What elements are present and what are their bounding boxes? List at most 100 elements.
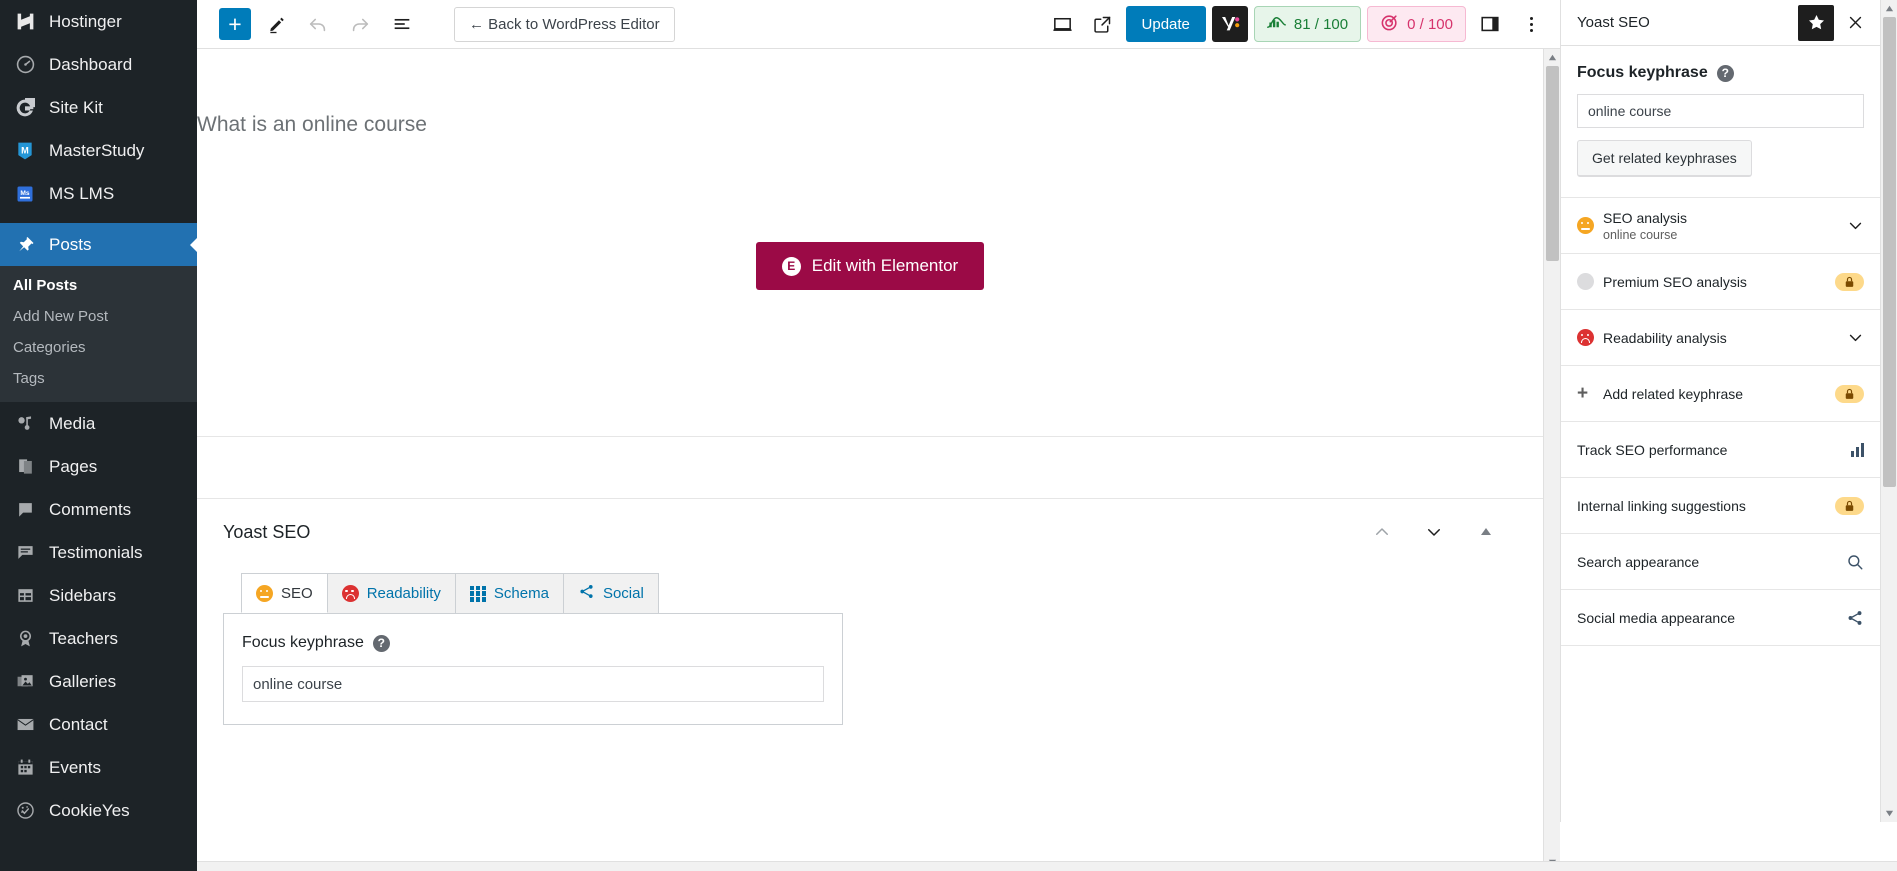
sidebar-item-pages[interactable]: Pages bbox=[0, 445, 197, 488]
readability-face-bad-icon bbox=[341, 585, 359, 602]
kebab-menu-icon[interactable] bbox=[1514, 6, 1548, 42]
bar-chart-icon[interactable] bbox=[1851, 442, 1864, 457]
yoast-row-track-seo-performance[interactable]: Track SEO performance bbox=[1561, 422, 1880, 478]
sidebar-item-label: MS LMS bbox=[49, 183, 115, 203]
chevron-down-icon[interactable] bbox=[1423, 521, 1445, 543]
social-share-icon[interactable] bbox=[1846, 609, 1864, 627]
elementor-cta-zone: E Edit with Elementor bbox=[197, 137, 1543, 437]
yoast-scroll-up-arrow-icon[interactable] bbox=[1881, 0, 1897, 17]
help-question-icon[interactable]: ? bbox=[372, 634, 390, 652]
posts-submenu: All Posts Add New Post Categories Tags bbox=[0, 266, 197, 402]
sidebar-item-label: Pages bbox=[49, 456, 98, 476]
yoast-scroll-down-arrow-icon[interactable] bbox=[1881, 805, 1897, 822]
content-spacer bbox=[197, 437, 1543, 499]
yoast-row-seo-analysis[interactable]: SEO analysis online course bbox=[1561, 198, 1880, 254]
chevron-up-icon[interactable] bbox=[1371, 521, 1393, 543]
sidebar-item-testimonials[interactable]: Testimonials bbox=[0, 531, 197, 574]
seo-score-value: 81 / 100 bbox=[1293, 15, 1349, 33]
canvas-scroll-thumb[interactable] bbox=[1546, 66, 1559, 261]
seo-score-badge[interactable]: 81 / 100 bbox=[1253, 6, 1362, 42]
yoast-scroll-thumb[interactable] bbox=[1883, 17, 1896, 487]
svg-text:Ms: Ms bbox=[20, 189, 30, 196]
scroll-up-arrow-icon[interactable] bbox=[1544, 49, 1561, 66]
tab-social[interactable]: Social bbox=[562, 573, 659, 613]
lock-icon[interactable] bbox=[1835, 272, 1864, 291]
pages-icon bbox=[9, 457, 41, 476]
sidebar-item-sidebars[interactable]: Sidebars bbox=[0, 574, 197, 617]
canvas-scrollbar[interactable] bbox=[1543, 49, 1560, 871]
help-question-icon[interactable]: ? bbox=[1716, 64, 1734, 82]
sidebar-item-tags[interactable]: Tags bbox=[0, 363, 197, 394]
readability-score-value: 0 / 100 bbox=[1407, 15, 1453, 33]
sidebar-item-categories[interactable]: Categories bbox=[0, 332, 197, 363]
redo-arrow-icon[interactable] bbox=[343, 7, 377, 41]
yoast-panel-title: Yoast SEO bbox=[1577, 14, 1650, 31]
sidebar-item-posts[interactable]: Posts bbox=[0, 223, 197, 266]
toolbar-right-group: Update 81 / 100 0 / 100 bbox=[1046, 6, 1548, 42]
pencil-icon[interactable] bbox=[259, 7, 293, 41]
update-button[interactable]: Update bbox=[1125, 6, 1206, 42]
sidebar-item-contact[interactable]: Contact bbox=[0, 703, 197, 746]
ms-lms-icon: Ms bbox=[9, 184, 41, 204]
row-label: Add related keyphrase bbox=[1603, 385, 1744, 402]
sidebar-item-label: Testimonials bbox=[49, 542, 143, 562]
sidebar-item-hostinger[interactable]: Hostinger bbox=[0, 0, 197, 43]
star-icon[interactable] bbox=[1798, 4, 1834, 41]
lock-icon[interactable] bbox=[1835, 496, 1864, 515]
tab-seo-label: SEO bbox=[281, 584, 313, 602]
sidebar-item-events[interactable]: Events bbox=[0, 746, 197, 789]
get-related-keyphrases-button[interactable]: Get related keyphrases bbox=[1577, 140, 1752, 177]
sidebar-item-label: Site Kit bbox=[49, 97, 103, 117]
post-title[interactable]: What is an online course bbox=[197, 49, 1543, 137]
document-overview-icon[interactable] bbox=[385, 7, 419, 41]
sidebar-item-ms-lms[interactable]: Ms MS LMS bbox=[0, 172, 197, 215]
wordpress-editor-screen: Hostinger Dashboard Site Kit M MasterStu… bbox=[0, 0, 1897, 871]
triangle-up-icon[interactable] bbox=[1475, 521, 1497, 543]
sidebar-item-teachers[interactable]: Teachers bbox=[0, 617, 197, 660]
magnifier-icon[interactable] bbox=[1846, 553, 1864, 571]
sidebar-item-site-kit[interactable]: Site Kit bbox=[0, 86, 197, 129]
sidebar-item-dashboard[interactable]: Dashboard bbox=[0, 43, 197, 86]
tab-readability[interactable]: Readability bbox=[326, 573, 456, 613]
chevron-down-icon[interactable] bbox=[1847, 217, 1864, 234]
external-link-icon[interactable] bbox=[1086, 7, 1120, 41]
toolbar-left-group: + ← Back to WordPress Editor bbox=[219, 6, 675, 42]
bottom-horizontal-scrollbar[interactable] bbox=[197, 861, 1897, 871]
back-to-wordpress-editor-button[interactable]: ← Back to WordPress Editor bbox=[454, 6, 675, 42]
close-x-icon[interactable] bbox=[1838, 6, 1872, 40]
tab-seo[interactable]: SEO bbox=[241, 573, 328, 613]
sidebar-item-all-posts[interactable]: All Posts bbox=[0, 270, 197, 301]
sidebar-item-add-new-post[interactable]: Add New Post bbox=[0, 301, 197, 332]
chevron-down-icon[interactable] bbox=[1847, 329, 1864, 346]
yoast-row-add-related-keyphrase[interactable]: + Add related keyphrase bbox=[1561, 366, 1880, 422]
undo-arrow-icon[interactable] bbox=[301, 7, 335, 41]
sidebar-item-galleries[interactable]: Galleries bbox=[0, 660, 197, 703]
pin-icon bbox=[9, 235, 41, 254]
readability-score-badge[interactable]: 0 / 100 bbox=[1367, 6, 1466, 42]
tab-schema[interactable]: Schema bbox=[454, 573, 564, 613]
yoast-panel-header: Yoast SEO bbox=[1561, 0, 1880, 46]
yoast-row-social-media-appearance[interactable]: Social media appearance bbox=[1561, 590, 1880, 646]
focus-keyphrase-input[interactable] bbox=[242, 666, 824, 702]
yoast-row-search-appearance[interactable]: Search appearance bbox=[1561, 534, 1880, 590]
calendar-icon bbox=[9, 758, 41, 777]
sidebars-grid-icon bbox=[9, 586, 41, 605]
elementor-logo-icon: E bbox=[781, 256, 801, 276]
sidebar-item-label: CookieYes bbox=[49, 800, 130, 820]
edit-with-elementor-button[interactable]: E Edit with Elementor bbox=[755, 242, 985, 290]
yoast-row-premium-seo-analysis[interactable]: Premium SEO analysis bbox=[1561, 254, 1880, 310]
focus-keyphrase-label: Focus keyphrase bbox=[1577, 64, 1708, 81]
sidebar-item-masterstudy[interactable]: M MasterStudy bbox=[0, 129, 197, 172]
yoast-logo-icon[interactable] bbox=[1211, 6, 1248, 42]
settings-panel-icon[interactable] bbox=[1472, 6, 1508, 42]
sidebar-item-media[interactable]: Media bbox=[0, 402, 197, 445]
yoast-row-internal-linking-suggestions[interactable]: Internal linking suggestions bbox=[1561, 478, 1880, 534]
yoast-panel-scrollbar[interactable] bbox=[1880, 0, 1897, 822]
yoast-row-readability-analysis[interactable]: Readability analysis bbox=[1561, 310, 1880, 366]
add-block-button[interactable]: + bbox=[219, 8, 251, 40]
lock-icon[interactable] bbox=[1835, 384, 1864, 403]
sidebar-item-comments[interactable]: Comments bbox=[0, 488, 197, 531]
sidebar-item-cookieyes[interactable]: CookieYes bbox=[0, 789, 197, 832]
yoast-focus-keyphrase-input[interactable] bbox=[1577, 94, 1864, 128]
desktop-preview-icon[interactable] bbox=[1046, 7, 1080, 41]
